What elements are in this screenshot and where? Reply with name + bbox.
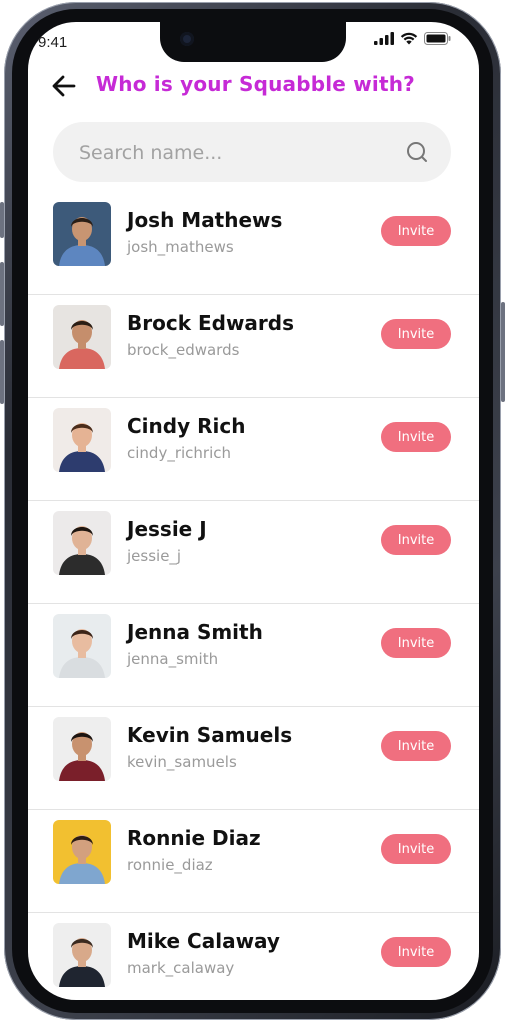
avatar-portrait [59,423,105,472]
mute-switch [0,202,4,238]
contact-name: Brock Edwards [127,311,295,335]
contact-username: cindy_richrich [127,444,231,462]
contact-name: Jessie J [127,517,207,541]
contact-username: jessie_j [127,547,182,565]
page-title: Who is your Squabble with? [96,72,415,96]
invite-button[interactable]: Invite [381,319,451,349]
contact-name: Ronnie Diaz [127,826,261,850]
avatar-portrait [59,526,105,575]
contact-username: kevin_samuels [127,753,237,771]
avatar [53,511,111,575]
avatar [53,305,111,369]
avatar-portrait [59,217,105,266]
avatar-portrait [59,835,105,884]
cellular-signal-icon [374,32,394,45]
invite-button[interactable]: Invite [381,731,451,761]
wifi-icon [400,32,418,45]
contact-username: jenna_smith [127,650,219,668]
avatar [53,202,111,266]
list-item: Brock Edwards brock_edwards Invite [28,295,479,398]
contact-username: mark_calaway [127,959,235,977]
avatar [53,820,111,884]
avatar-portrait [59,938,105,987]
status-icons [374,32,451,45]
avatar-portrait [59,629,105,678]
invite-button[interactable]: Invite [381,216,451,246]
contact-username: brock_edwards [127,341,240,359]
contact-username: ronnie_diaz [127,856,213,874]
search-icon[interactable] [405,140,431,166]
app-screen: 9:41 Who is your Squabble with? Search n… [28,22,479,1000]
invite-button[interactable]: Invite [381,937,451,967]
search-input[interactable] [77,136,381,170]
volume-up-button [0,262,4,326]
contact-name: Cindy Rich [127,414,246,438]
list-item: Ronnie Diaz ronnie_diaz Invite [28,810,479,913]
contact-name: Kevin Samuels [127,723,293,747]
invite-button[interactable]: Invite [381,525,451,555]
avatar-portrait [59,732,105,781]
avatar [53,614,111,678]
battery-icon [424,32,451,45]
header: Who is your Squabble with? [28,66,479,106]
list-item: Jessie J jessie_j Invite [28,501,479,604]
invite-button[interactable]: Invite [381,834,451,864]
avatar [53,717,111,781]
list-item: Kevin Samuels kevin_samuels Invite [28,707,479,810]
status-time: 9:41 [38,34,68,51]
search-bar [53,122,451,182]
notch [160,22,346,62]
list-item: Cindy Rich cindy_richrich Invite [28,398,479,501]
back-arrow-icon[interactable] [50,72,78,100]
invite-button[interactable]: Invite [381,422,451,452]
list-item: Mike Calaway mark_calaway Invite [28,913,479,1000]
front-camera-icon [180,32,194,46]
volume-down-button [0,340,4,404]
power-button [501,302,505,402]
avatar-portrait [59,320,105,369]
invite-button[interactable]: Invite [381,628,451,658]
list-item: Jenna Smith jenna_smith Invite [28,604,479,707]
contact-list: Josh Mathews josh_mathews Invite Brock E… [28,192,479,1000]
avatar [53,408,111,472]
contact-name: Josh Mathews [127,208,283,232]
list-item: Josh Mathews josh_mathews Invite [28,192,479,295]
contact-username: josh_mathews [127,238,234,256]
avatar [53,923,111,987]
contact-name: Mike Calaway [127,929,280,953]
contact-name: Jenna Smith [127,620,263,644]
